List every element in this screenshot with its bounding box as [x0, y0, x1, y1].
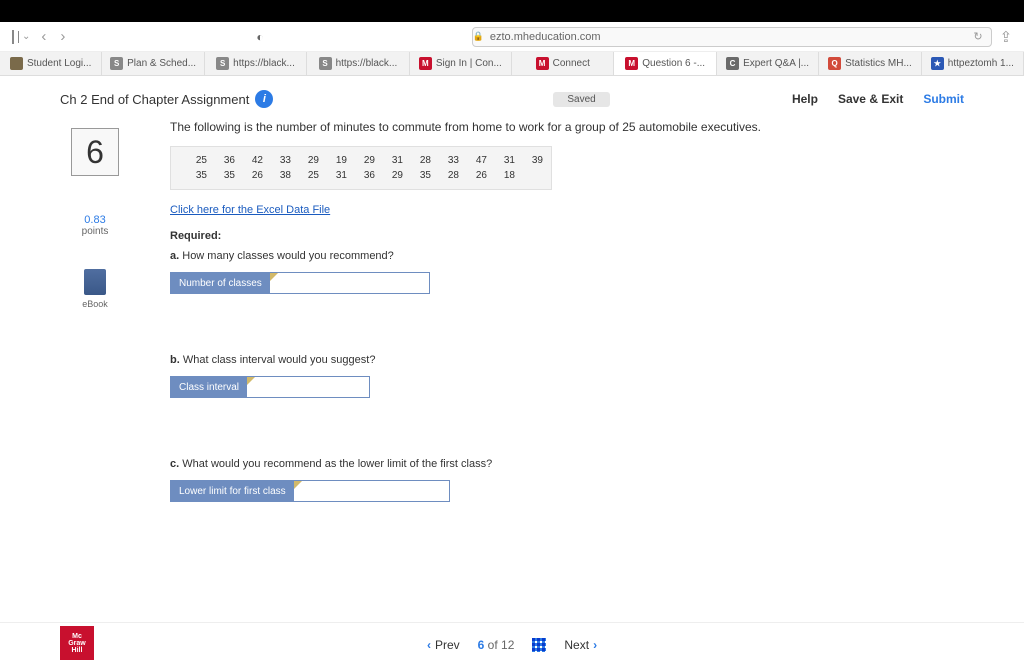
excel-data-file-link[interactable]: Click here for the Excel Data File: [170, 204, 330, 216]
points-value: 0.83: [82, 214, 109, 226]
required-label: Required:: [170, 230, 964, 242]
save-status-badge: Saved: [553, 92, 609, 107]
favicon-7: C: [726, 57, 739, 70]
question-number-box: 6: [71, 128, 119, 176]
answer-b-input[interactable]: [247, 377, 369, 397]
chevron-down-icon[interactable]: ⌄: [22, 31, 30, 42]
favicon-2: S: [216, 57, 229, 70]
help-button[interactable]: Help: [792, 92, 818, 106]
favicon-8: Q: [828, 57, 841, 70]
answer-b-label: Class interval: [171, 377, 247, 397]
ebook-icon: [84, 269, 106, 295]
question-nav-footer: McGrawHill ‹ Prev 6 of 12 Next ›: [0, 622, 1024, 666]
back-icon[interactable]: ‹: [38, 28, 49, 45]
question-body: The following is the number of minutes t…: [130, 120, 964, 522]
favicon-1: S: [110, 57, 123, 70]
flag-icon: [294, 481, 302, 489]
share-icon[interactable]: ⇪: [1000, 28, 1013, 46]
tab-0[interactable]: Student Logi...: [0, 52, 102, 75]
mcgraw-hill-logo: McGrawHill: [60, 626, 94, 660]
answer-c-input[interactable]: [294, 481, 449, 501]
tab-3[interactable]: Shttps://black...: [307, 52, 409, 75]
answer-b-row: Class interval: [170, 376, 370, 398]
favicon-3: S: [319, 57, 332, 70]
question-stem: The following is the number of minutes t…: [170, 120, 964, 134]
data-row-1: 25364233291929312833473139: [179, 153, 543, 168]
flag-icon: [247, 377, 255, 385]
favicon-6: M: [625, 57, 638, 70]
favicon-4: M: [419, 57, 432, 70]
forward-icon[interactable]: ›: [57, 28, 68, 45]
tab-6[interactable]: MQuestion 6 -...: [614, 52, 716, 75]
data-table: 25364233291929312833473139 3535263825313…: [170, 146, 552, 190]
sidebar-toggle-icon[interactable]: [12, 30, 14, 44]
answer-a-input[interactable]: [270, 273, 429, 293]
assignment-title: Ch 2 End of Chapter Assignment: [60, 92, 249, 107]
answer-a-row: Number of classes: [170, 272, 430, 294]
answer-c-row: Lower limit for first class: [170, 480, 450, 502]
shield-icon[interactable]: ◐: [256, 30, 263, 44]
favicon-5: M: [536, 57, 549, 70]
url-text: ezto.mheducation.com: [490, 31, 601, 43]
favicon-9: ★: [931, 57, 944, 70]
page-indicator: 6 of 12: [478, 638, 515, 652]
points-label: points: [82, 226, 109, 237]
tab-7[interactable]: CExpert Q&A |...: [717, 52, 819, 75]
chevron-right-icon: ›: [593, 638, 597, 652]
submit-button[interactable]: Submit: [923, 92, 964, 106]
assignment-header: Ch 2 End of Chapter Assignment i Saved H…: [0, 86, 1024, 120]
save-exit-button[interactable]: Save & Exit: [838, 92, 903, 106]
info-icon[interactable]: i: [255, 90, 273, 108]
chevron-left-icon: ‹: [427, 638, 431, 652]
url-bar[interactable]: 🔒 ezto.mheducation.com ↻: [472, 27, 992, 47]
answer-c-label: Lower limit for first class: [171, 481, 294, 501]
part-b-text: b. What class interval would you suggest…: [170, 354, 964, 366]
question-sidebar: 6 0.83 points eBook: [60, 128, 130, 522]
tab-5[interactable]: MConnect: [512, 52, 614, 75]
part-a-text: a. How many classes would you recommend?: [170, 250, 964, 262]
question-grid-icon[interactable]: [532, 638, 546, 652]
points-display: 0.83 points: [82, 214, 109, 237]
page-content: Ch 2 End of Chapter Assignment i Saved H…: [0, 76, 1024, 666]
tab-1[interactable]: SPlan & Sched...: [102, 52, 204, 75]
flag-icon: [270, 273, 278, 281]
answer-a-label: Number of classes: [171, 273, 270, 293]
tab-9[interactable]: ★httpeztomh 1...: [922, 52, 1024, 75]
tab-4[interactable]: MSign In | Con...: [410, 52, 512, 75]
window-top-black: [0, 0, 1024, 22]
ebook-link[interactable]: eBook: [82, 269, 108, 309]
prev-button[interactable]: ‹ Prev: [427, 638, 460, 652]
browser-toolbar: ⌄ ‹ › ◐ 🔒 ezto.mheducation.com ↻ ⇪ + ⠿: [0, 22, 1024, 52]
tab-8[interactable]: QStatistics MH...: [819, 52, 921, 75]
lock-icon: 🔒: [473, 31, 484, 42]
refresh-icon[interactable]: ↻: [973, 30, 982, 43]
data-row-2: 353526382531362935282618: [179, 168, 543, 183]
browser-tabs: Student Logi... SPlan & Sched... Shttps:…: [0, 52, 1024, 76]
tab-2[interactable]: Shttps://black...: [205, 52, 307, 75]
part-c-text: c. What would you recommend as the lower…: [170, 458, 964, 470]
favicon-0: [10, 57, 23, 70]
next-button[interactable]: Next ›: [564, 638, 597, 652]
